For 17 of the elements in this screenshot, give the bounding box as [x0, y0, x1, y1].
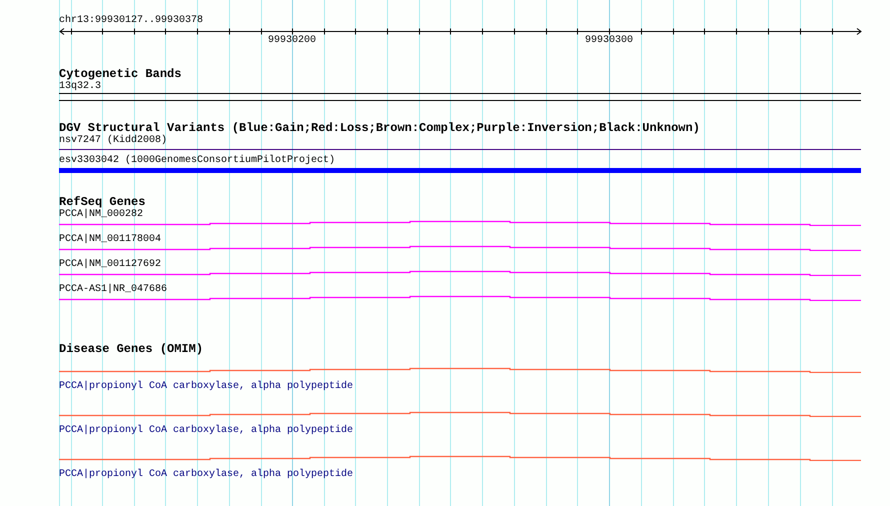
- feature-label: esv3303042 (1000GenomesConsortiumPilotProject): [59, 155, 336, 166]
- feature-label: PCCA|propionyl CoA carboxylase, alpha polypeptide: [59, 469, 354, 480]
- feature-label: PCCA|NM_001178004: [59, 234, 162, 245]
- ruler-tick-label: 99930200: [268, 35, 316, 47]
- feature-label: nsv7247 (Kidd2008): [59, 135, 168, 146]
- feature-label: PCCA|NM_001127692: [59, 259, 162, 270]
- feature-label: 13q32.3: [59, 81, 102, 92]
- track-title: RefSeq Genes: [59, 196, 146, 209]
- track-title: Cytogenetic Bands: [59, 68, 182, 81]
- feature-label: PCCA|propionyl CoA carboxylase, alpha polypeptide: [59, 381, 354, 392]
- ruler-tick-label: 99930300: [585, 35, 634, 47]
- track-title: DGV Structural Variants (Blue:Gain;Red:Loss;Brown:Complex;Purple:Inversion;Black:Unknown): [59, 122, 700, 135]
- range-label: chr13:99930127..99930378: [59, 15, 204, 27]
- track-title: Disease Genes (OMIM): [59, 343, 204, 356]
- feature-label: PCCA|propionyl CoA carboxylase, alpha polypeptide: [59, 425, 354, 436]
- feature-label: PCCA|NM_000282: [59, 209, 144, 220]
- feature-label: PCCA-AS1|NR_047686: [59, 284, 168, 295]
